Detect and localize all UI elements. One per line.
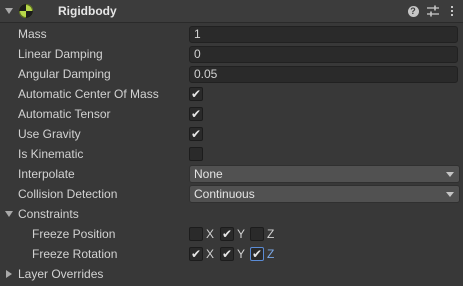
interpolate-dropdown[interactable]: None (189, 165, 460, 183)
freeze-rotation-z-checkbox[interactable]: ✔ (250, 247, 264, 261)
freeze-position-z-checkbox[interactable] (250, 227, 264, 241)
freeze-rotation-x-checkbox[interactable]: ✔ (189, 247, 203, 261)
layer-overrides-label[interactable]: Layer Overrides (18, 267, 103, 281)
presets-icon[interactable] (425, 3, 441, 19)
auto-tensor-checkbox[interactable]: ✔ (189, 107, 203, 121)
component-header[interactable]: Rigidbody ? (0, 0, 463, 23)
auto-center-of-mass-checkbox[interactable]: ✔ (189, 87, 203, 101)
component-title: Rigidbody (58, 4, 117, 18)
is-kinematic-checkbox[interactable] (189, 147, 203, 161)
angular-damping-label: Angular Damping (18, 67, 111, 81)
use-gravity-checkbox[interactable]: ✔ (189, 127, 203, 141)
linear-damping-field[interactable]: 0 (189, 46, 458, 63)
freeze-rotation-label: Freeze Rotation (32, 247, 118, 261)
interpolate-value: None (194, 167, 223, 181)
interpolate-label: Interpolate (18, 167, 75, 181)
constraints-foldout-chevron-down-icon[interactable] (5, 211, 13, 217)
collision-detection-dropdown[interactable]: Continuous (189, 185, 460, 203)
mass-label: Mass (18, 27, 47, 41)
constraints-label[interactable]: Constraints (18, 207, 79, 221)
linear-damping-label: Linear Damping (18, 47, 103, 61)
auto-center-of-mass-label: Automatic Center Of Mass (18, 87, 159, 101)
freeze-position-y-label: Y (237, 227, 246, 241)
collision-detection-label: Collision Detection (18, 187, 118, 201)
help-glyph: ? (407, 5, 419, 17)
component-foldout-chevron-down-icon[interactable] (5, 8, 13, 14)
rigidbody-icon (19, 4, 33, 18)
mass-field[interactable]: 1 (189, 26, 458, 43)
chevron-down-icon (446, 192, 454, 197)
freeze-position-z-label: Z (267, 227, 275, 241)
use-gravity-label: Use Gravity (18, 127, 81, 141)
kebab-menu-icon[interactable] (447, 3, 457, 19)
collision-detection-value: Continuous (194, 187, 255, 201)
freeze-position-label: Freeze Position (32, 227, 116, 241)
help-icon[interactable]: ? (406, 3, 420, 19)
freeze-position-x-checkbox[interactable] (189, 227, 203, 241)
freeze-position-y-checkbox[interactable]: ✔ (220, 227, 234, 241)
freeze-rotation-y-checkbox[interactable]: ✔ (220, 247, 234, 261)
freeze-position-x-label: X (206, 227, 215, 241)
layer-overrides-chevron-right-icon[interactable] (6, 270, 12, 278)
auto-tensor-label: Automatic Tensor (18, 107, 111, 121)
is-kinematic-label: Is Kinematic (18, 147, 84, 161)
freeze-rotation-y-label: Y (237, 247, 246, 261)
freeze-rotation-z-label: Z (267, 247, 275, 261)
angular-damping-field[interactable]: 0.05 (189, 66, 458, 83)
freeze-rotation-x-label: X (206, 247, 215, 261)
chevron-down-icon (446, 172, 454, 177)
